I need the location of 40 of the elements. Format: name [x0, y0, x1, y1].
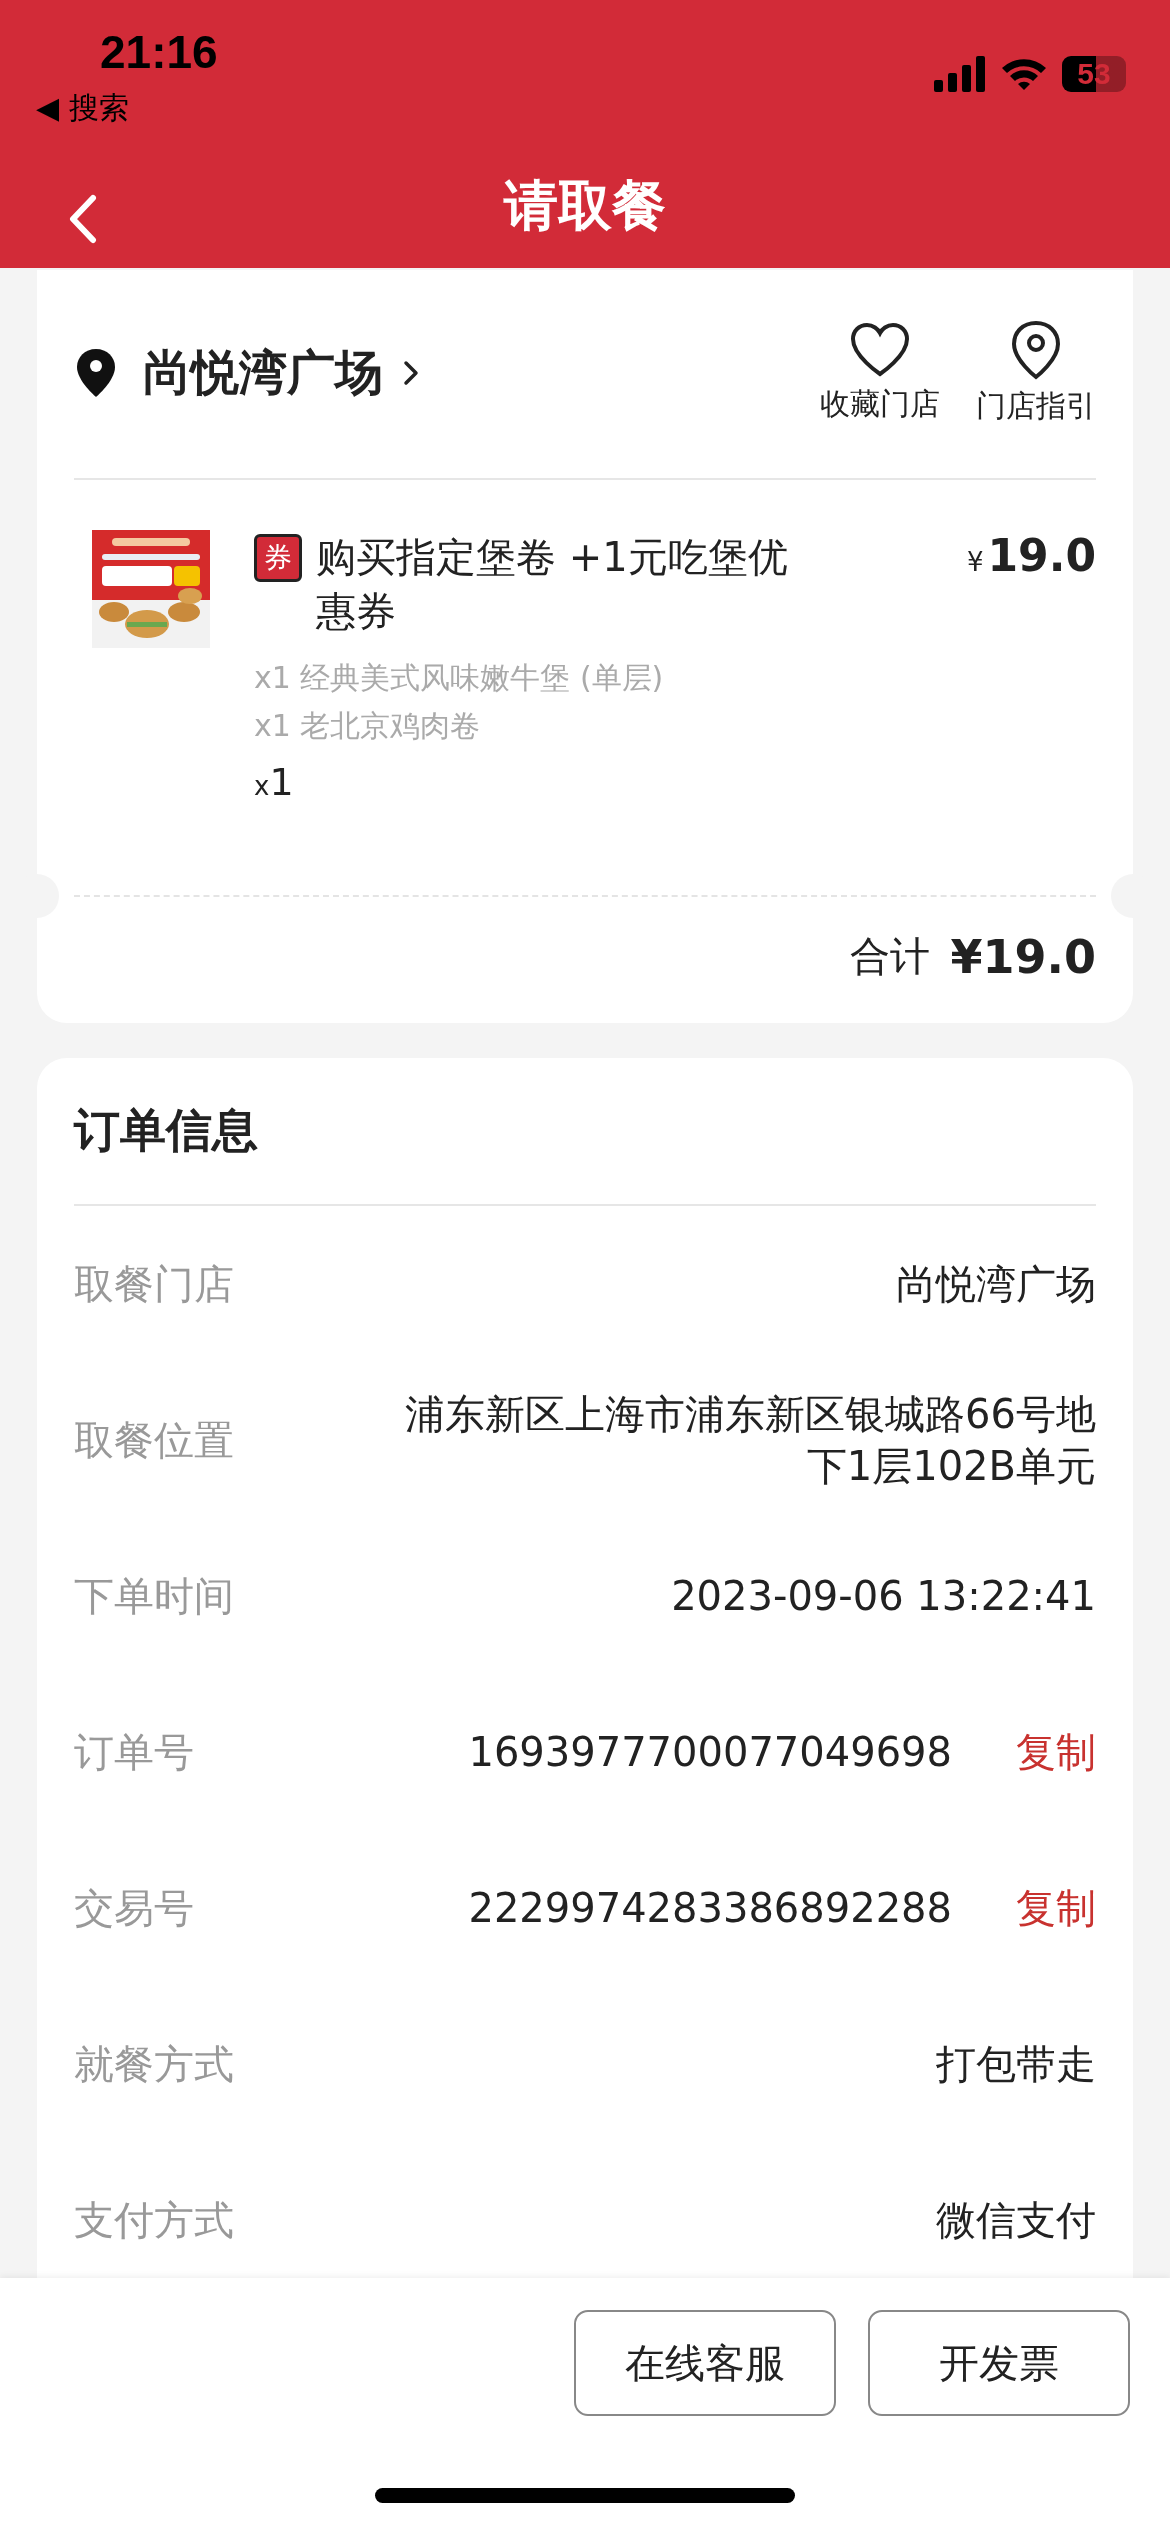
info-value: 2023-09-06 13:22:41: [671, 1572, 1096, 1621]
info-label: 交易号: [74, 1883, 194, 1933]
wifi-icon: [1000, 56, 1048, 92]
info-value: 1693977700077049698: [468, 1728, 952, 1777]
info-value: 浦东新区上海市浦东新区银城路66号地下1层102B单元: [404, 1390, 1096, 1491]
copy-link[interactable]: 复制: [1016, 1724, 1096, 1780]
chevron-right-icon[interactable]: [403, 360, 419, 386]
store-action-label[interactable]: 收藏门店: [820, 383, 940, 425]
info-value: 微信支付: [936, 2196, 1096, 2245]
heart-icon[interactable]: [849, 321, 911, 378]
info-value: 2229974283386892288: [468, 1884, 952, 1933]
action-button[interactable]: 在线客服: [574, 2310, 836, 2416]
info-value: 打包带走: [936, 2040, 1096, 2089]
product-price: ¥19.0: [966, 530, 1096, 583]
back-icon[interactable]: [68, 194, 98, 244]
quantity: x1: [254, 760, 295, 804]
status-time: 21:16: [100, 25, 218, 80]
store-name[interactable]: 尚悦湾广场: [143, 341, 383, 405]
combo-item: x1 经典美式风味嫩牛堡 (单层): [254, 659, 665, 697]
action-button[interactable]: 开发票: [868, 2310, 1130, 2416]
coupon-badge: 券: [254, 534, 302, 582]
info-label: 取餐门店: [74, 1259, 234, 1309]
store-action-label[interactable]: 门店指引: [976, 385, 1096, 427]
section-title: 订单信息: [72, 1102, 259, 1159]
total-amount: ¥19.0: [950, 929, 1096, 984]
location-pin-icon[interactable]: [1010, 319, 1062, 380]
back-to-app-link[interactable]: ◀ 搜索: [36, 86, 218, 130]
product-name: 购买指定堡卷 +1元吃堡优惠券: [316, 533, 789, 636]
info-label: 下单时间: [74, 1571, 234, 1621]
signal-icon: [934, 56, 986, 92]
combo-item: x1 老北京鸡肉卷: [254, 707, 482, 745]
info-label: 就餐方式: [74, 2039, 234, 2089]
info-value: 尚悦湾广场: [896, 1260, 1096, 1309]
total-label: 合计: [850, 932, 931, 981]
page-title: 请取餐: [504, 172, 666, 239]
info-label: 取餐位置: [74, 1415, 234, 1465]
info-label: 支付方式: [74, 2195, 234, 2245]
copy-link[interactable]: 复制: [1016, 1880, 1096, 1936]
location-pin-icon: [75, 347, 117, 399]
info-label: 订单号: [74, 1727, 194, 1777]
